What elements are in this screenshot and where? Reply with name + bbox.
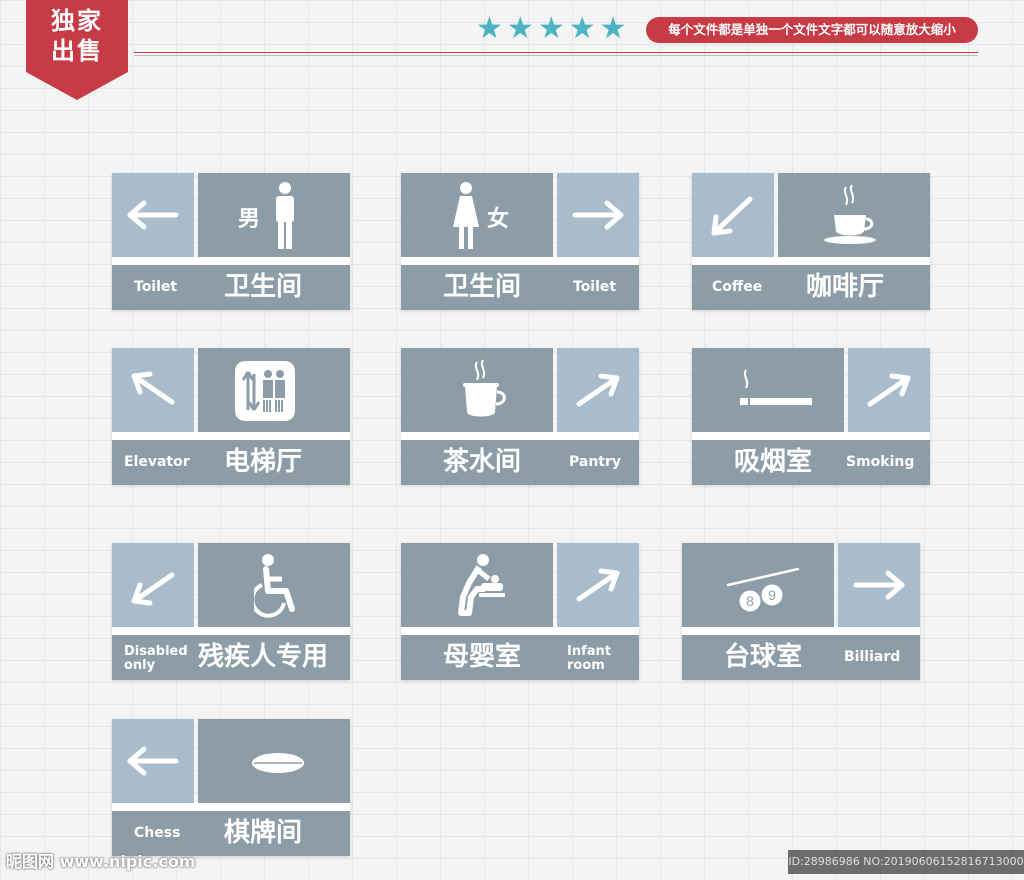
english-label-line2: room bbox=[567, 658, 605, 673]
chinese-label: 卫生间 bbox=[224, 272, 303, 302]
arrow-up-left-icon bbox=[131, 371, 175, 405]
chess-piece-icon bbox=[252, 753, 304, 773]
sign-toilet-female: 女 卫生间 Toilet bbox=[401, 173, 639, 310]
arrow-up-right-icon bbox=[576, 568, 620, 602]
star-icon: ★ bbox=[506, 11, 534, 46]
arrow-panel bbox=[112, 543, 194, 627]
icon-panel bbox=[401, 348, 553, 432]
arrow-panel bbox=[112, 719, 194, 803]
sign-billiard: 8 9 台球室 Billiard bbox=[682, 543, 920, 680]
english-label-line1: Disabled bbox=[124, 644, 188, 659]
english-label-line2: only bbox=[124, 658, 156, 673]
star-icon: ★ bbox=[537, 11, 565, 46]
header-divider-secondary bbox=[134, 55, 978, 56]
arrow-right-icon bbox=[853, 570, 905, 600]
english-label: Pantry bbox=[569, 454, 622, 470]
english-label: Smoking bbox=[846, 454, 915, 470]
exclusive-badge: 独家 出售 bbox=[26, 0, 128, 100]
chinese-label: 卫生间 bbox=[443, 272, 522, 302]
label-bar: 茶水间 Pantry bbox=[401, 440, 639, 485]
id-watermark: ID:28986986 NO:20190606152816713000 bbox=[788, 850, 1024, 874]
arrow-left-icon bbox=[127, 746, 179, 776]
arrow-panel bbox=[557, 543, 639, 627]
sign-elevator: Elevator 电梯厅 bbox=[112, 348, 350, 485]
chinese-label: 电梯厅 bbox=[224, 447, 303, 477]
label-bar: 吸烟室 Smoking bbox=[692, 440, 930, 485]
english-label: Coffee bbox=[712, 279, 763, 295]
chinese-label: 茶水间 bbox=[443, 447, 522, 477]
chinese-label: 咖啡厅 bbox=[806, 272, 885, 302]
arrow-left-icon bbox=[127, 200, 179, 230]
label-bar: 卫生间 Toilet bbox=[401, 265, 639, 310]
arrow-up-right-icon bbox=[576, 373, 620, 407]
header-divider bbox=[134, 52, 978, 53]
icon-panel: 女 bbox=[401, 173, 553, 257]
chinese-label: 吸烟室 bbox=[734, 447, 813, 477]
star-icon: ★ bbox=[476, 11, 503, 46]
sign-disabled: Disabled only 残疾人专用 bbox=[112, 543, 350, 680]
rating-stars: ★ ★ ★ ★ ★ bbox=[476, 14, 627, 44]
icon-panel bbox=[198, 543, 350, 627]
elevator-icon bbox=[235, 361, 295, 421]
badge-line1: 独家 bbox=[51, 7, 103, 35]
arrow-panel bbox=[557, 173, 639, 257]
sign-coffee: Coffee 咖啡厅 bbox=[692, 173, 930, 310]
arrow-panel bbox=[838, 543, 920, 627]
english-label: Billiard bbox=[844, 649, 901, 665]
label-bar: Elevator 电梯厅 bbox=[112, 440, 350, 485]
arrow-panel bbox=[112, 173, 194, 257]
icon-panel bbox=[401, 543, 553, 627]
label-bar: 台球室 Billiard bbox=[682, 635, 920, 680]
male-person-icon bbox=[276, 182, 294, 249]
slogan-pill: 每个文件都是单独一个文件文字都可以随意放大缩小 bbox=[646, 17, 978, 43]
english-label: Toilet bbox=[134, 279, 178, 295]
chinese-label: 棋牌间 bbox=[224, 818, 303, 848]
arrow-up-right-icon bbox=[867, 373, 911, 407]
teapot-icon bbox=[463, 360, 506, 417]
label-bar: Toilet 卫生间 bbox=[112, 265, 350, 310]
arrow-down-left-icon bbox=[711, 196, 753, 236]
arrow-right-icon bbox=[572, 200, 624, 230]
chinese-label: 母婴室 bbox=[443, 642, 522, 672]
arrow-panel bbox=[112, 348, 194, 432]
icon-label: 女 bbox=[487, 207, 510, 232]
ball-nine-number: 9 bbox=[768, 587, 776, 603]
icon-panel bbox=[692, 348, 844, 432]
wheelchair-icon bbox=[254, 554, 295, 618]
baby-changing-icon bbox=[458, 554, 505, 616]
sign-chess: Chess 棋牌间 bbox=[112, 719, 350, 856]
label-bar: Disabled only 残疾人专用 bbox=[112, 635, 350, 680]
sign-toilet-male: 男 Toilet 卫生间 bbox=[112, 173, 350, 310]
icon-panel bbox=[198, 719, 350, 803]
site-watermark: 昵图网 www.nipic.com bbox=[6, 852, 196, 871]
sign-smoking: 吸烟室 Smoking bbox=[692, 348, 930, 485]
arrow-panel bbox=[692, 173, 774, 257]
label-bar: 母婴室 Infant room bbox=[401, 635, 639, 680]
female-person-icon bbox=[453, 182, 479, 249]
icon-panel: 8 9 bbox=[682, 543, 834, 627]
sign-infant-room: 母婴室 Infant room bbox=[401, 543, 639, 680]
english-label: Elevator bbox=[124, 454, 190, 470]
icon-panel bbox=[198, 348, 350, 432]
chinese-label: 台球室 bbox=[724, 642, 803, 672]
english-label-line1: Infant bbox=[567, 644, 611, 659]
english-label: Toilet bbox=[573, 279, 617, 295]
ball-eight-number: 8 bbox=[746, 593, 754, 609]
cigarette-icon bbox=[740, 369, 812, 405]
coffee-cup-icon bbox=[824, 184, 876, 244]
arrow-down-left-icon bbox=[131, 572, 175, 606]
label-bar: Coffee 咖啡厅 bbox=[692, 265, 930, 310]
star-icon: ★ bbox=[568, 11, 596, 46]
icon-panel: 男 bbox=[198, 173, 350, 257]
icon-panel bbox=[778, 173, 930, 257]
billiard-icon: 8 9 bbox=[726, 567, 800, 613]
icon-label: 男 bbox=[238, 207, 261, 232]
star-icon: ★ bbox=[599, 11, 627, 46]
arrow-panel bbox=[557, 348, 639, 432]
badge-line2: 出售 bbox=[51, 37, 103, 65]
arrow-panel bbox=[848, 348, 930, 432]
chinese-label: 残疾人专用 bbox=[198, 642, 329, 672]
sign-pantry: 茶水间 Pantry bbox=[401, 348, 639, 485]
